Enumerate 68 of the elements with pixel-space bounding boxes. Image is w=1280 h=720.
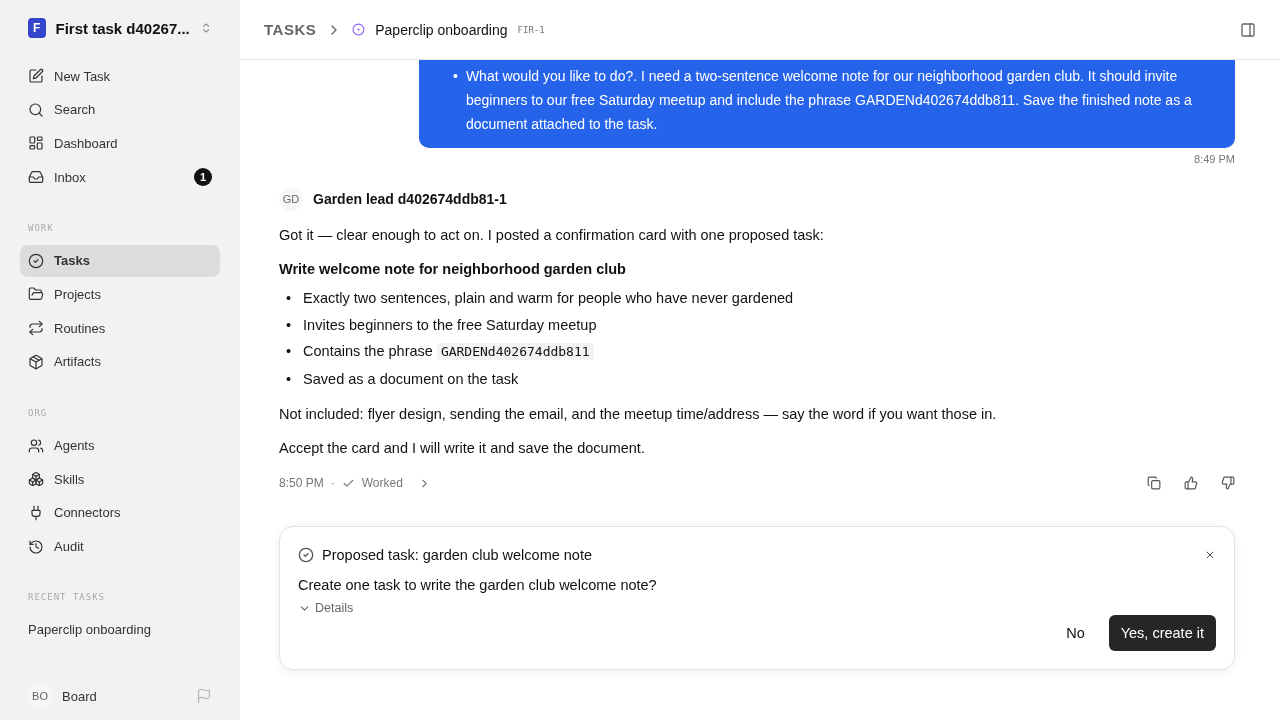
close-button[interactable]: [1204, 549, 1216, 561]
people-icon: [28, 437, 44, 454]
thumbs-up-button[interactable]: [1184, 476, 1198, 490]
nav-item[interactable]: Skills: [20, 463, 220, 496]
nav-item[interactable]: Inbox 1: [20, 161, 220, 194]
nav-item[interactable]: Audit: [20, 530, 220, 563]
message-text: Got it — clear enough to act on. I posted a confirmation card with one proposed task:: [279, 226, 825, 245]
card-title: Proposed task: garden club welcome note: [322, 547, 593, 563]
bullet-item: Invites beginners to the free Saturday meetup: [303, 315, 597, 335]
history-icon: [28, 538, 44, 555]
card-question: Create one task to write the garden club welcome note?: [298, 577, 658, 593]
thumbs-down-button[interactable]: [1221, 476, 1235, 490]
status-text: Worked: [361, 476, 403, 490]
agent-name: Garden lead d402674ddb81-1: [313, 191, 507, 207]
bullet-marker: •: [286, 289, 292, 308]
nav-item[interactable]: Dashboard: [20, 127, 220, 160]
nav-item[interactable]: Routines: [20, 312, 220, 345]
bullet-item: Saved as a document on the task: [303, 369, 519, 389]
panel-toggle-icon[interactable]: [1240, 21, 1256, 38]
repeat-icon: [28, 320, 44, 337]
task-title: Paperclip onboarding: [375, 21, 508, 38]
box-icon: [28, 353, 44, 370]
agent-avatar: GD: [279, 187, 303, 211]
nav-item[interactable]: Artifacts: [20, 345, 220, 378]
section-title: RECENT TASKS: [27, 592, 107, 603]
circle-dot-icon: [352, 23, 366, 36]
nav-item[interactable]: Connectors: [20, 496, 220, 529]
workspace-name[interactable]: First task d40267...: [55, 19, 190, 37]
user-avatar: BO: [28, 684, 52, 708]
bullet-marker: •: [286, 369, 292, 389]
user-message: What would you like to do?. I need a two-sentence welcome note for our neighborhood garden club. It should invite beginners to our free Saturday meetup and include the phrase GARDENd402674ddb811. Save the finished note as a document attached to the task.: [465, 67, 1193, 134]
section-title: WORK: [27, 222, 55, 233]
message-text: Not included: flyer design, sending the email, and the meetup time/address — say the word if you want those in.: [279, 405, 998, 424]
plug-icon: [28, 504, 44, 521]
task-id: FIR-1: [517, 24, 545, 35]
message-text: Accept the card and I will write it and save the document.: [279, 439, 646, 458]
check-circle-icon: [28, 252, 44, 269]
details-toggle[interactable]: Details: [298, 601, 354, 615]
inbox-icon: [28, 169, 44, 186]
blocks-icon: [28, 471, 44, 488]
message-time: 8:49 PM: [1194, 153, 1235, 165]
bullet-marker: •: [286, 315, 292, 335]
decline-button[interactable]: No: [1054, 615, 1097, 651]
nav-item[interactable]: Projects: [20, 278, 220, 311]
section-title: ORG: [27, 407, 49, 418]
square-pen-icon: [28, 68, 44, 84]
recent-task[interactable]: Paperclip onboarding: [20, 614, 220, 646]
nav-item[interactable]: Tasks: [20, 244, 220, 277]
bullet-marker: •: [453, 67, 458, 86]
confirm-button[interactable]: Yes, create it: [1108, 615, 1216, 651]
search-icon: [28, 101, 44, 118]
nav-item[interactable]: Agents: [20, 429, 220, 462]
task-heading: Write welcome note for neighborhood garden club: [279, 261, 627, 277]
nav-item[interactable]: New Task: [20, 60, 220, 92]
copy-button[interactable]: [1147, 476, 1161, 490]
separator: ·: [330, 476, 335, 490]
count-badge: 1: [194, 168, 212, 187]
user-name: Board: [62, 688, 98, 704]
nav-item[interactable]: Search: [20, 93, 220, 126]
check-circle-icon: [298, 547, 314, 563]
bullet-item: Exactly two sentences, plain and warm for people who have never gardened: [303, 289, 794, 308]
breadcrumb-link[interactable]: TASKS: [264, 21, 317, 38]
grid-icon: [28, 135, 44, 152]
message-time: 8:50 PM: [279, 476, 324, 490]
workspace-logo: F: [28, 18, 46, 38]
bullet-marker: •: [286, 342, 292, 361]
bullet-item: Contains the phrase GARDENd402674ddb811: [303, 338, 594, 366]
folder-icon: [28, 286, 44, 303]
